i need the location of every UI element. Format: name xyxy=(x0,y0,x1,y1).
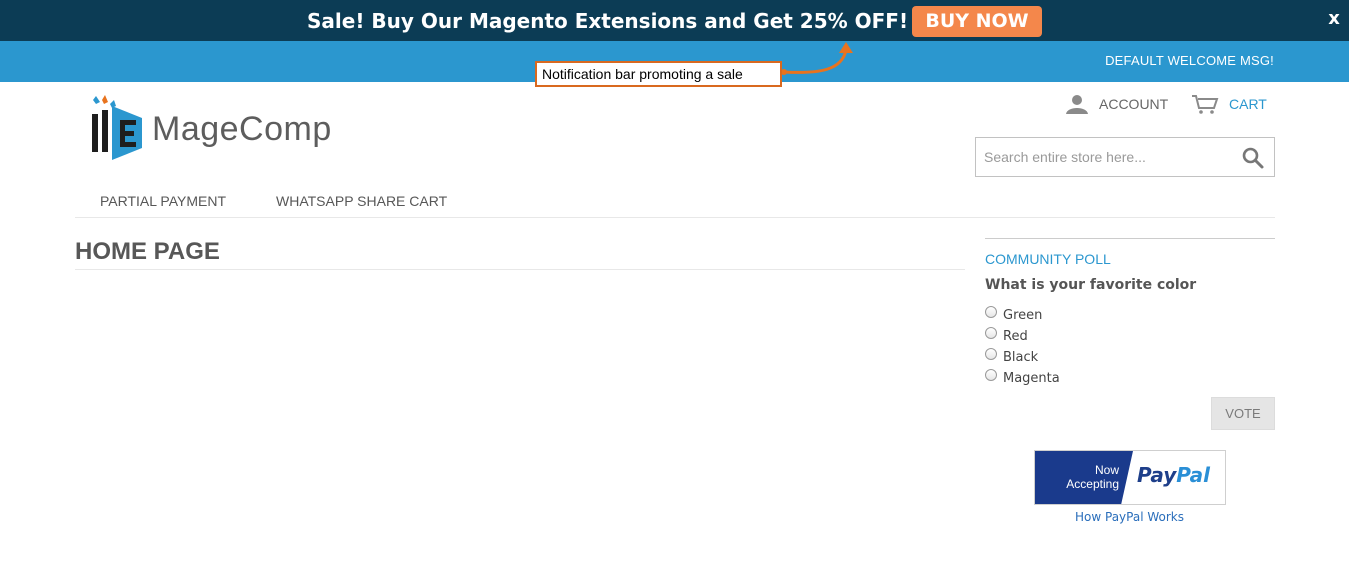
poll-title: COMMUNITY POLL xyxy=(985,251,1111,267)
nav-divider xyxy=(75,217,1275,218)
notification-bar: Sale! Buy Our Magento Extensions and Get… xyxy=(0,0,1349,41)
paypal-logo-pay: Pay xyxy=(1137,463,1177,487)
nav-item-partial-payment[interactable]: PARTIAL PAYMENT xyxy=(100,193,226,209)
close-icon[interactable]: x xyxy=(1324,8,1344,30)
annotation-label: Notification bar promoting a sale xyxy=(535,61,782,87)
paypal-accepting-text: Accepting xyxy=(1066,477,1119,491)
logo-text: MageComp xyxy=(152,110,332,148)
radio-button[interactable] xyxy=(985,327,997,339)
poll-option-label: Green xyxy=(1003,307,1043,323)
poll-option-black[interactable]: Black xyxy=(985,348,1038,366)
poll-option-green[interactable]: Green xyxy=(985,306,1042,324)
poll-option-red[interactable]: Red xyxy=(985,327,1028,345)
welcome-message: DEFAULT WELCOME MSG! xyxy=(1105,53,1274,68)
search-input[interactable] xyxy=(976,138,1236,176)
poll-option-magenta[interactable]: Magenta xyxy=(985,369,1060,387)
buy-now-button[interactable]: BUY NOW xyxy=(912,6,1042,37)
paypal-badge[interactable]: Now Accepting PayPal xyxy=(1034,450,1226,505)
notification-message: Sale! Buy Our Magento Extensions and Get… xyxy=(307,9,909,33)
cart-icon xyxy=(1192,95,1219,114)
user-icon xyxy=(1066,95,1088,114)
poll-option-label: Black xyxy=(1003,349,1039,365)
cart-link[interactable]: CART xyxy=(1191,93,1267,115)
vote-button[interactable]: VOTE xyxy=(1211,397,1275,430)
radio-button[interactable] xyxy=(985,348,997,360)
search-icon[interactable] xyxy=(1241,146,1265,170)
page-title: HOME PAGE xyxy=(75,238,220,265)
nav-item-whatsapp-share-cart[interactable]: WHATSAPP SHARE CART xyxy=(276,193,447,209)
poll-option-label: Magenta xyxy=(1003,370,1060,386)
poll-question: What is your favorite color xyxy=(985,277,1197,293)
logo-mark-icon xyxy=(92,95,142,160)
search-box xyxy=(975,137,1275,177)
arrow-icon xyxy=(781,42,853,75)
poll-divider xyxy=(985,238,1275,239)
paypal-now-text: Now xyxy=(1094,463,1119,477)
poll-option-label: Red xyxy=(1003,328,1028,344)
paypal-logo: PayPal xyxy=(1137,463,1210,487)
radio-button[interactable] xyxy=(985,369,997,381)
title-divider xyxy=(75,269,965,270)
site-logo[interactable]: MageComp xyxy=(88,92,368,164)
account-label: ACCOUNT xyxy=(1099,96,1169,112)
cart-label: CART xyxy=(1229,96,1267,112)
account-link[interactable]: ACCOUNT xyxy=(1065,93,1168,115)
paypal-logo-pal: Pal xyxy=(1176,463,1211,487)
how-paypal-works-link[interactable]: How PayPal Works xyxy=(1075,510,1184,524)
radio-button[interactable] xyxy=(985,306,997,318)
